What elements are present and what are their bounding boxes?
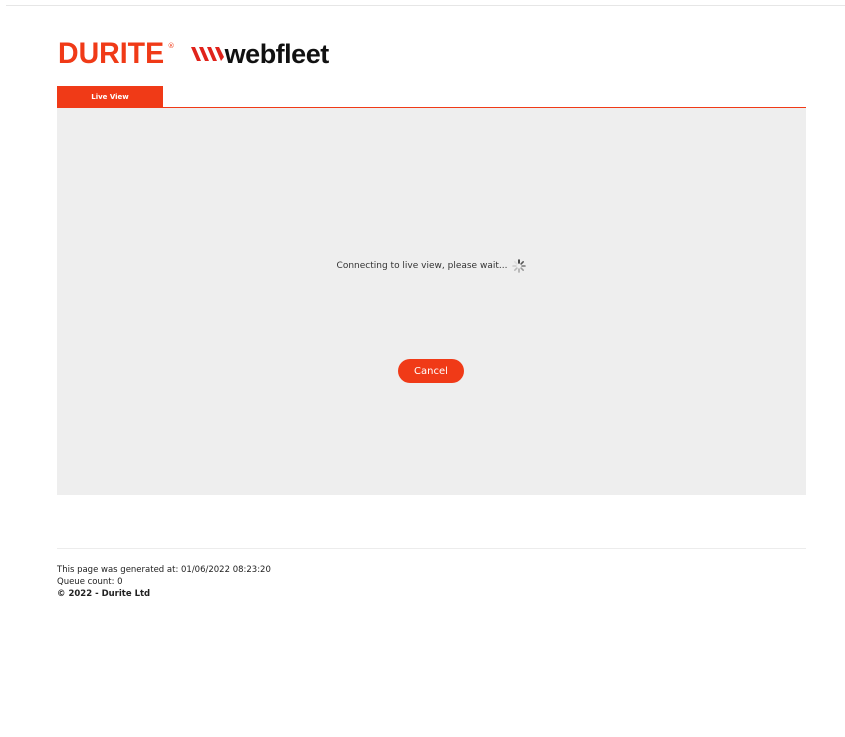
top-divider	[6, 5, 845, 6]
live-view-panel: Connecting to live view, please wait... …	[57, 108, 806, 495]
copyright: © 2022 - Durite Ltd	[57, 589, 151, 599]
tab-live-view[interactable]: Live View	[57, 86, 163, 107]
connection-status: Connecting to live view, please wait...	[57, 259, 806, 273]
loading-spinner-icon	[512, 259, 527, 273]
page-footer: This page was generated at: 01/06/2022 0…	[57, 564, 271, 600]
footer-divider	[57, 548, 806, 549]
cancel-button[interactable]: Cancel	[398, 359, 464, 383]
tab-bar: Live View	[57, 86, 806, 108]
webfleet-logo-text: webfleet	[224, 39, 330, 69]
queue-count: Queue count: 0	[57, 577, 123, 587]
webfleet-logo: webfleet	[189, 39, 329, 69]
generated-timestamp: This page was generated at: 01/06/2022 0…	[57, 565, 271, 575]
webfleet-w-icon	[190, 47, 224, 61]
header-logos: DURITE ® webfleet	[58, 37, 329, 71]
durite-logo-text: DURITE	[58, 37, 165, 70]
registered-mark: ®	[167, 42, 175, 50]
durite-logo: DURITE ®	[58, 39, 175, 69]
status-text: Connecting to live view, please wait...	[336, 261, 508, 271]
